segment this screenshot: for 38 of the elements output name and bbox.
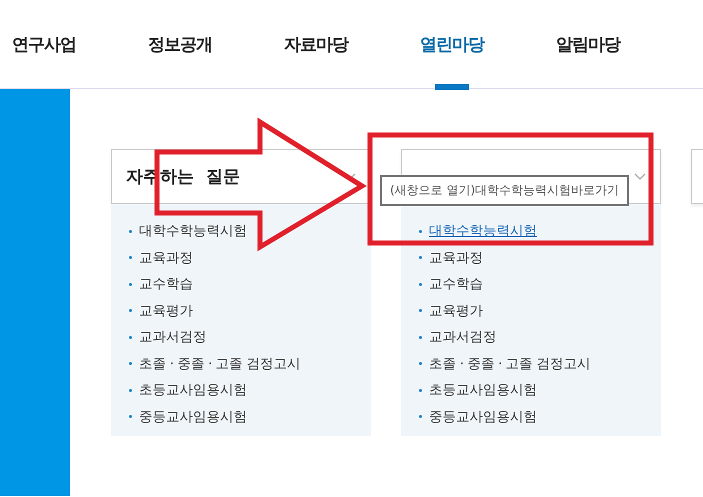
bullet-icon [129, 362, 132, 365]
bullet-icon [129, 309, 132, 312]
bullet-icon [129, 282, 132, 286]
list-link[interactable]: 초졸 · 중졸 · 고졸 검정고시 [139, 354, 301, 372]
list-link[interactable]: 교육과정 [139, 248, 193, 266]
list-link[interactable]: 초등교사임용시험 [139, 381, 247, 399]
bullet-icon [419, 388, 422, 392]
bullet-icon [419, 309, 422, 312]
bullet-icon [419, 256, 422, 259]
list-link[interactable]: 교육평가 [139, 302, 193, 320]
list-link[interactable]: 교수학습 [139, 275, 193, 293]
nav-tab[interactable]: 열린마당 [420, 0, 484, 88]
list-link[interactable]: 교육평가 [429, 302, 483, 320]
list-link[interactable]: 중등교사임용시험 [429, 408, 537, 426]
tooltip: (새창으로 열기)대학수학능력시험바로가기 [380, 175, 630, 206]
list-link[interactable]: 중등교사임용시험 [139, 408, 247, 426]
bullet-icon [129, 230, 132, 232]
bullet-icon [419, 362, 422, 365]
list-link[interactable]: 교육과정 [429, 248, 483, 266]
bullet-icon [419, 336, 422, 338]
bullet-icon [419, 415, 422, 418]
list-link[interactable]: 대학수학능력시험 [139, 222, 247, 240]
nav-tab[interactable]: 알림마당 [556, 0, 620, 88]
list-link[interactable]: 교과서검정 [429, 328, 496, 346]
nav-tab[interactable]: 연구사업 [12, 0, 76, 88]
nav-tab[interactable]: 정보공개 [148, 0, 212, 88]
list-link[interactable]: 초등교사임용시험 [429, 381, 537, 399]
bullet-icon [129, 415, 132, 418]
list-link[interactable]: 교과서검정 [139, 328, 206, 346]
list-link[interactable]: 대학수학능력시험 [429, 222, 537, 240]
bullet-icon [419, 230, 422, 232]
bullet-icon [129, 256, 132, 259]
list-link[interactable]: 교수학습 [429, 275, 483, 293]
nav-tab[interactable]: 자료마당 [284, 0, 348, 88]
bullet-icon [129, 388, 132, 392]
bullet-icon [129, 336, 132, 338]
bullet-icon [419, 282, 422, 286]
list-link[interactable]: 초졸 · 중졸 · 고졸 검정고시 [429, 354, 591, 372]
